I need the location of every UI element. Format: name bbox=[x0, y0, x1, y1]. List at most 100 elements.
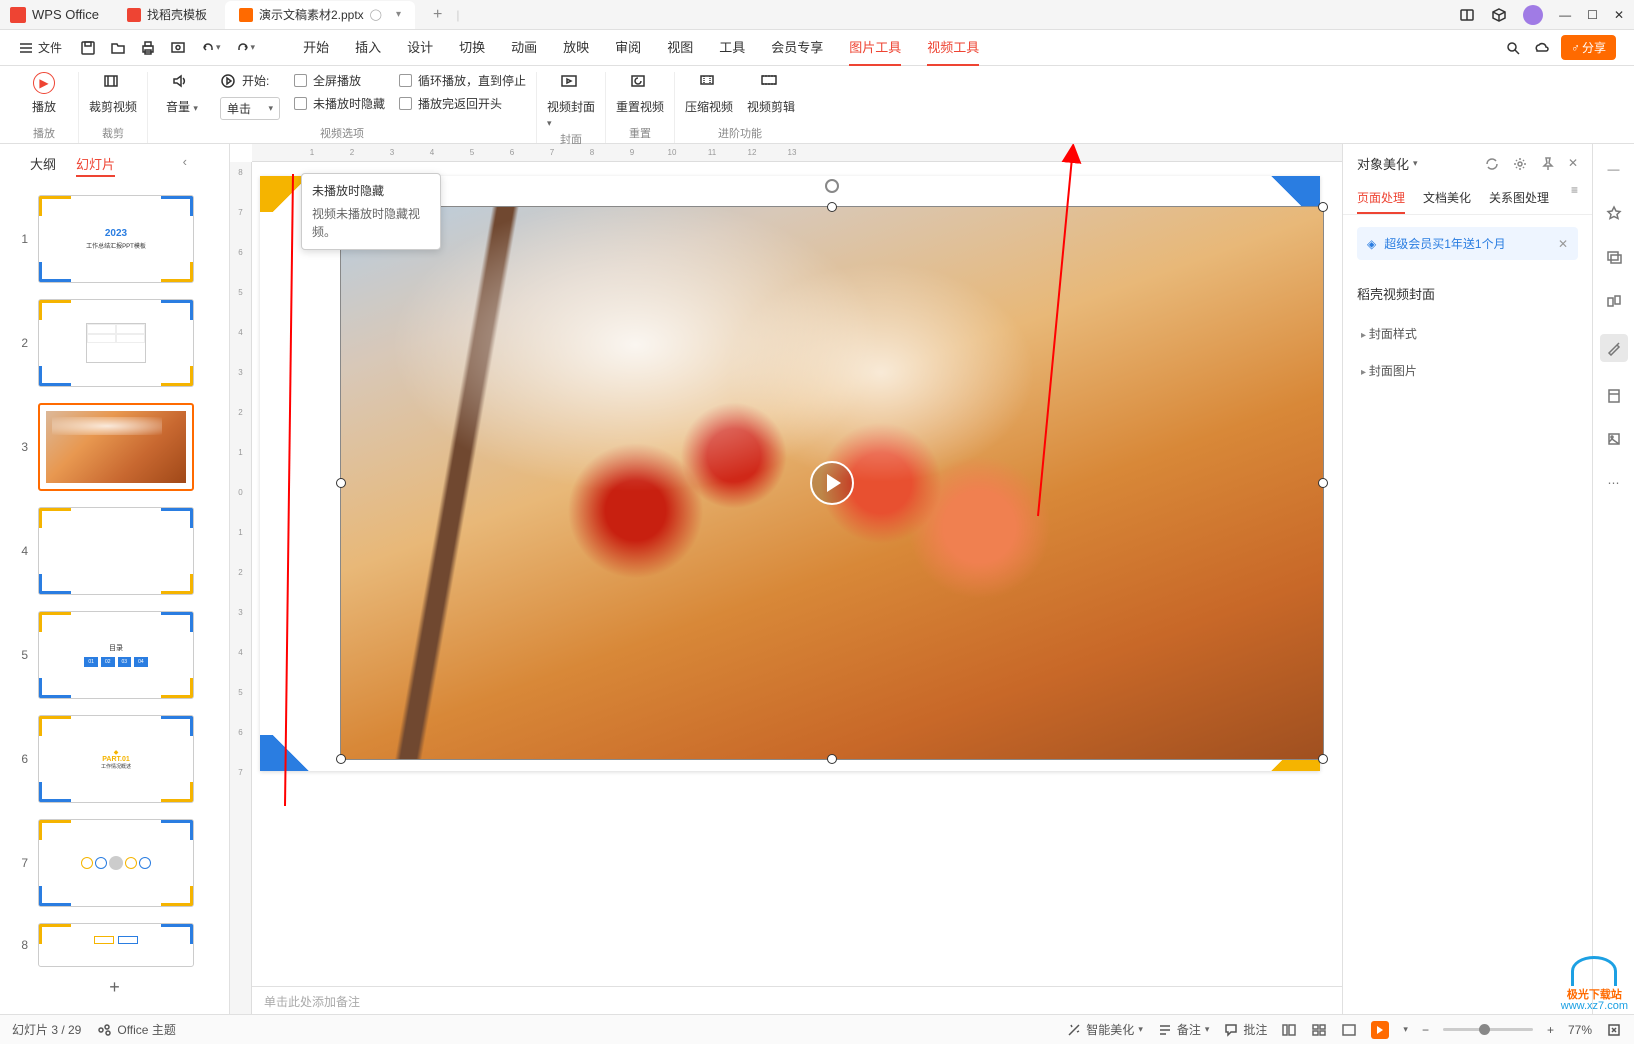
normal-view-icon[interactable] bbox=[1281, 1022, 1297, 1038]
preview-icon[interactable] bbox=[170, 40, 186, 56]
cloud-icon[interactable] bbox=[1533, 40, 1549, 56]
outline-tab[interactable]: 大纲 bbox=[30, 154, 56, 177]
fullscreen-checkbox[interactable]: 全屏播放 bbox=[294, 72, 385, 89]
cube-icon[interactable] bbox=[1491, 7, 1507, 23]
minimize-button[interactable]: — bbox=[1559, 8, 1571, 22]
menu-picture-tools[interactable]: 图片工具 bbox=[849, 29, 901, 66]
cover-image-item[interactable]: 封面图片 bbox=[1343, 352, 1592, 389]
thumbnail-8[interactable] bbox=[38, 923, 194, 967]
reset-video-button[interactable]: 重置视频 bbox=[616, 72, 664, 115]
tab-document[interactable]: 演示文稿素材2.pptx ◯ ▾ bbox=[225, 1, 415, 29]
thumbnail-5[interactable]: 目录01020304 bbox=[38, 611, 194, 699]
print-icon[interactable] bbox=[140, 40, 156, 56]
resize-handle-ml[interactable] bbox=[336, 478, 346, 488]
thumbnail-7[interactable] bbox=[38, 819, 194, 907]
share-button[interactable]: ♂分享 bbox=[1561, 35, 1616, 60]
user-avatar[interactable] bbox=[1523, 5, 1543, 25]
menu-animation[interactable]: 动画 bbox=[511, 29, 537, 66]
close-panel-icon[interactable]: ✕ bbox=[1568, 156, 1578, 172]
zoom-out-button[interactable]: − bbox=[1422, 1023, 1429, 1037]
resize-handle-mr[interactable] bbox=[1318, 478, 1328, 488]
notes-button[interactable]: 备注▾ bbox=[1157, 1021, 1210, 1038]
tab-template[interactable]: 找稻壳模板 bbox=[113, 1, 221, 29]
play-button[interactable]: ▶ 播放 bbox=[20, 72, 68, 115]
resize-handle-bm[interactable] bbox=[827, 754, 837, 764]
menu-slideshow[interactable]: 放映 bbox=[563, 29, 589, 66]
chevron-down-icon[interactable]: ▾ bbox=[216, 42, 221, 53]
zoom-value[interactable]: 77% bbox=[1568, 1023, 1592, 1037]
loop-checkbox[interactable]: 循环播放，直到停止 bbox=[399, 72, 526, 89]
more-icon[interactable]: ≡ bbox=[1571, 183, 1578, 214]
save-icon[interactable] bbox=[80, 40, 96, 56]
rewind-checkbox[interactable]: 播放完返回开头 bbox=[399, 95, 526, 112]
menu-transition[interactable]: 切换 bbox=[459, 29, 485, 66]
zoom-in-button[interactable]: + bbox=[1547, 1023, 1554, 1037]
trim-video-button[interactable]: 视频剪辑 bbox=[747, 72, 795, 115]
maximize-button[interactable]: ☐ bbox=[1587, 8, 1598, 22]
open-icon[interactable] bbox=[110, 40, 126, 56]
rt-beautify-icon[interactable] bbox=[1600, 334, 1628, 362]
collapse-panel-icon[interactable]: ‹ bbox=[183, 154, 199, 177]
search-icon[interactable] bbox=[1505, 40, 1521, 56]
refresh-icon[interactable] bbox=[1484, 156, 1500, 172]
video-play-icon[interactable] bbox=[810, 461, 854, 505]
video-object[interactable] bbox=[340, 206, 1324, 760]
close-button[interactable]: ✕ bbox=[1614, 8, 1624, 22]
pin-icon[interactable] bbox=[1540, 156, 1556, 172]
rt-transition-icon[interactable] bbox=[1603, 290, 1625, 312]
menu-review[interactable]: 审阅 bbox=[615, 29, 641, 66]
menu-design[interactable]: 设计 bbox=[407, 29, 433, 66]
crop-video-button[interactable]: 裁剪视频 bbox=[89, 72, 137, 115]
thumbnail-1[interactable]: 2023工作总结汇报PPT模板 bbox=[38, 195, 194, 283]
add-slide-button[interactable]: + bbox=[0, 967, 229, 1008]
start-combo[interactable]: 单击 ▾ bbox=[220, 97, 280, 120]
cover-style-item[interactable]: 封面样式 bbox=[1343, 315, 1592, 352]
slideshow-dropdown-icon[interactable]: ▾ bbox=[1403, 1024, 1408, 1035]
rotation-handle[interactable] bbox=[825, 179, 839, 193]
thumbnail-6[interactable]: ◆PART.01工作情况概述 bbox=[38, 715, 194, 803]
slides-tab[interactable]: 幻灯片 bbox=[76, 154, 115, 177]
slide-canvas[interactable] bbox=[260, 176, 1320, 771]
thumbnail-3[interactable] bbox=[38, 403, 194, 491]
slideshow-view-icon[interactable] bbox=[1371, 1021, 1389, 1039]
theme-indicator[interactable]: Office 主题 bbox=[97, 1021, 175, 1038]
thumbnail-2[interactable] bbox=[38, 299, 194, 387]
tab-add-button[interactable]: + bbox=[425, 6, 450, 24]
rt-star-icon[interactable] bbox=[1603, 202, 1625, 224]
resize-handle-br[interactable] bbox=[1318, 754, 1328, 764]
undo-button[interactable]: ▾ bbox=[200, 40, 221, 56]
hide-not-playing-checkbox[interactable]: 未播放时隐藏 bbox=[294, 95, 385, 112]
resize-handle-bl[interactable] bbox=[336, 754, 346, 764]
zoom-thumb[interactable] bbox=[1479, 1024, 1490, 1035]
chevron-down-icon[interactable]: ▾ bbox=[1413, 158, 1418, 169]
rt-collapse-icon[interactable]: — bbox=[1603, 158, 1625, 180]
menu-member[interactable]: 会员专享 bbox=[771, 29, 823, 66]
menu-tools[interactable]: 工具 bbox=[719, 29, 745, 66]
rp-tab-relation[interactable]: 关系图处理 bbox=[1489, 183, 1549, 214]
volume-button[interactable]: 音量 ▾ bbox=[158, 72, 206, 115]
rp-tab-doc[interactable]: 文档美化 bbox=[1423, 183, 1471, 214]
rt-material-icon[interactable] bbox=[1603, 428, 1625, 450]
notes-area[interactable]: 单击此处添加备注 bbox=[252, 986, 1342, 1014]
zoom-slider[interactable] bbox=[1443, 1028, 1533, 1031]
promo-banner[interactable]: ◈ 超级会员买1年送1个月 ✕ bbox=[1357, 227, 1578, 260]
sorter-view-icon[interactable] bbox=[1311, 1022, 1327, 1038]
menu-video-tools[interactable]: 视频工具 bbox=[927, 29, 979, 66]
comments-button[interactable]: 批注 bbox=[1223, 1021, 1267, 1038]
menu-view[interactable]: 视图 bbox=[667, 29, 693, 66]
fit-view-icon[interactable] bbox=[1606, 1022, 1622, 1038]
video-cover-button[interactable]: 视频封面 ▾ bbox=[547, 72, 595, 129]
resize-handle-tr[interactable] bbox=[1318, 202, 1328, 212]
rt-more-icon[interactable]: ⋯ bbox=[1603, 472, 1625, 494]
rt-template-icon[interactable] bbox=[1603, 384, 1625, 406]
resize-handle-tm[interactable] bbox=[827, 202, 837, 212]
thumbnail-4[interactable] bbox=[38, 507, 194, 595]
tab-close-icon[interactable]: ▾ bbox=[396, 9, 401, 20]
redo-button[interactable]: ▾ bbox=[235, 40, 256, 56]
panel-toggle-icon[interactable] bbox=[1459, 7, 1475, 23]
chevron-down-icon[interactable]: ▾ bbox=[251, 42, 256, 53]
menu-insert[interactable]: 插入 bbox=[355, 29, 381, 66]
file-menu[interactable]: 文件 bbox=[8, 39, 72, 56]
compress-video-button[interactable]: 压缩视频 bbox=[685, 72, 733, 115]
menu-start[interactable]: 开始 bbox=[303, 29, 329, 66]
